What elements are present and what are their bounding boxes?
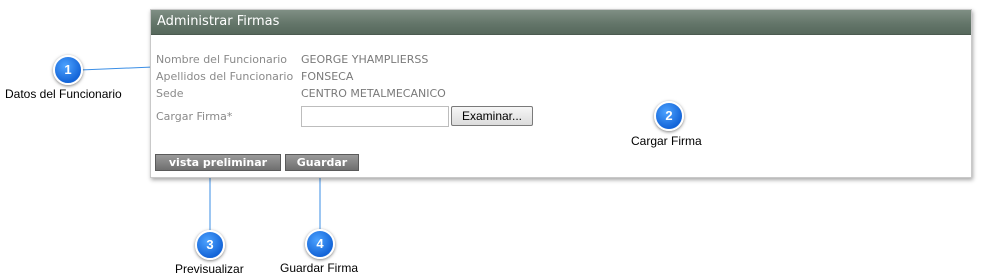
callout-label-2: Cargar Firma xyxy=(631,134,702,148)
callout-label-4: Guardar Firma xyxy=(280,261,359,275)
callout-badge-1: 1 xyxy=(53,55,83,85)
field-value-nombre: GEORGE YHAMPLIERSS xyxy=(301,53,429,66)
field-value-apellidos: FONSECA xyxy=(301,70,354,83)
callout-badge-4: 4 xyxy=(305,229,335,259)
callout-badge-2: 2 xyxy=(654,101,684,131)
field-label-nombre: Nombre del Funcionario xyxy=(156,53,288,66)
field-label-sede: Sede xyxy=(156,87,184,100)
callout-label-3: Previsualizar xyxy=(175,262,244,276)
save-button[interactable]: Guardar xyxy=(285,154,359,171)
signature-file-input[interactable] xyxy=(301,106,449,127)
field-value-sede: CENTRO METALMECANICO xyxy=(301,87,446,100)
browse-button[interactable]: Examinar... xyxy=(451,106,533,126)
callout-badge-3: 3 xyxy=(195,230,225,260)
field-label-apellidos: Apellidos del Funcionario xyxy=(156,70,294,83)
preview-button[interactable]: vista preliminar xyxy=(155,154,281,171)
callout-label-1: Datos del Funcionario xyxy=(5,87,122,101)
upload-label: Cargar Firma* xyxy=(156,110,233,123)
panel-title: Administrar Firmas xyxy=(151,10,971,35)
administrar-firmas-panel: Administrar Firmas Nombre del Funcionari… xyxy=(150,9,972,178)
